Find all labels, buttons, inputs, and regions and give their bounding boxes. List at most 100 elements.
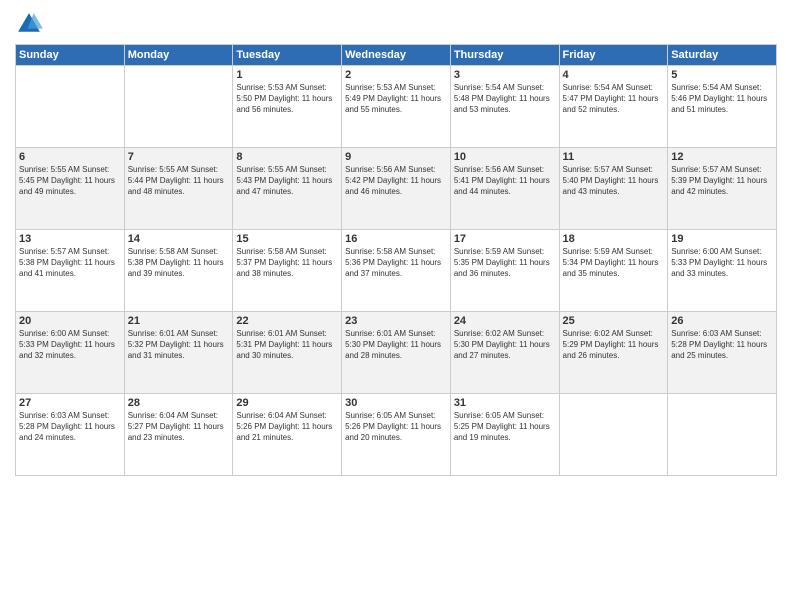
day-cell: 9Sunrise: 5:56 AM Sunset: 5:42 PM Daylig… (342, 148, 451, 230)
weekday-header-friday: Friday (559, 45, 668, 66)
day-info: Sunrise: 5:56 AM Sunset: 5:41 PM Dayligh… (454, 164, 556, 198)
day-info: Sunrise: 5:57 AM Sunset: 5:38 PM Dayligh… (19, 246, 121, 280)
day-info: Sunrise: 5:59 AM Sunset: 5:34 PM Dayligh… (563, 246, 665, 280)
day-cell: 20Sunrise: 6:00 AM Sunset: 5:33 PM Dayli… (16, 312, 125, 394)
day-cell: 13Sunrise: 5:57 AM Sunset: 5:38 PM Dayli… (16, 230, 125, 312)
week-row-4: 20Sunrise: 6:00 AM Sunset: 5:33 PM Dayli… (16, 312, 777, 394)
day-number: 10 (454, 151, 556, 163)
day-number: 16 (345, 233, 447, 245)
logo (15, 10, 47, 38)
day-cell: 23Sunrise: 6:01 AM Sunset: 5:30 PM Dayli… (342, 312, 451, 394)
day-number: 12 (671, 151, 773, 163)
day-info: Sunrise: 6:02 AM Sunset: 5:29 PM Dayligh… (563, 328, 665, 362)
day-info: Sunrise: 5:55 AM Sunset: 5:44 PM Dayligh… (128, 164, 230, 198)
day-info: Sunrise: 6:03 AM Sunset: 5:28 PM Dayligh… (671, 328, 773, 362)
day-number: 3 (454, 69, 556, 81)
header (15, 10, 777, 38)
day-number: 11 (563, 151, 665, 163)
day-number: 5 (671, 69, 773, 81)
day-info: Sunrise: 6:00 AM Sunset: 5:33 PM Dayligh… (671, 246, 773, 280)
day-cell: 18Sunrise: 5:59 AM Sunset: 5:34 PM Dayli… (559, 230, 668, 312)
day-number: 9 (345, 151, 447, 163)
day-info: Sunrise: 6:03 AM Sunset: 5:28 PM Dayligh… (19, 410, 121, 444)
week-row-5: 27Sunrise: 6:03 AM Sunset: 5:28 PM Dayli… (16, 394, 777, 476)
day-cell: 16Sunrise: 5:58 AM Sunset: 5:36 PM Dayli… (342, 230, 451, 312)
day-cell: 14Sunrise: 5:58 AM Sunset: 5:38 PM Dayli… (124, 230, 233, 312)
day-cell: 24Sunrise: 6:02 AM Sunset: 5:30 PM Dayli… (450, 312, 559, 394)
day-info: Sunrise: 5:55 AM Sunset: 5:45 PM Dayligh… (19, 164, 121, 198)
day-info: Sunrise: 5:54 AM Sunset: 5:48 PM Dayligh… (454, 82, 556, 116)
day-info: Sunrise: 6:05 AM Sunset: 5:26 PM Dayligh… (345, 410, 447, 444)
day-info: Sunrise: 5:58 AM Sunset: 5:37 PM Dayligh… (236, 246, 338, 280)
day-number: 14 (128, 233, 230, 245)
day-info: Sunrise: 5:53 AM Sunset: 5:49 PM Dayligh… (345, 82, 447, 116)
day-number: 21 (128, 315, 230, 327)
day-cell: 27Sunrise: 6:03 AM Sunset: 5:28 PM Dayli… (16, 394, 125, 476)
day-number: 13 (19, 233, 121, 245)
day-cell: 29Sunrise: 6:04 AM Sunset: 5:26 PM Dayli… (233, 394, 342, 476)
day-number: 26 (671, 315, 773, 327)
day-cell: 28Sunrise: 6:04 AM Sunset: 5:27 PM Dayli… (124, 394, 233, 476)
day-info: Sunrise: 5:57 AM Sunset: 5:39 PM Dayligh… (671, 164, 773, 198)
day-cell: 2Sunrise: 5:53 AM Sunset: 5:49 PM Daylig… (342, 66, 451, 148)
day-number: 23 (345, 315, 447, 327)
day-info: Sunrise: 6:04 AM Sunset: 5:27 PM Dayligh… (128, 410, 230, 444)
day-cell: 31Sunrise: 6:05 AM Sunset: 5:25 PM Dayli… (450, 394, 559, 476)
day-cell: 17Sunrise: 5:59 AM Sunset: 5:35 PM Dayli… (450, 230, 559, 312)
weekday-header-saturday: Saturday (668, 45, 777, 66)
day-info: Sunrise: 5:54 AM Sunset: 5:46 PM Dayligh… (671, 82, 773, 116)
day-info: Sunrise: 5:57 AM Sunset: 5:40 PM Dayligh… (563, 164, 665, 198)
day-cell: 8Sunrise: 5:55 AM Sunset: 5:43 PM Daylig… (233, 148, 342, 230)
day-info: Sunrise: 5:56 AM Sunset: 5:42 PM Dayligh… (345, 164, 447, 198)
day-cell: 30Sunrise: 6:05 AM Sunset: 5:26 PM Dayli… (342, 394, 451, 476)
day-info: Sunrise: 6:05 AM Sunset: 5:25 PM Dayligh… (454, 410, 556, 444)
day-number: 20 (19, 315, 121, 327)
day-cell: 21Sunrise: 6:01 AM Sunset: 5:32 PM Dayli… (124, 312, 233, 394)
day-number: 15 (236, 233, 338, 245)
day-number: 31 (454, 397, 556, 409)
day-info: Sunrise: 5:58 AM Sunset: 5:38 PM Dayligh… (128, 246, 230, 280)
day-number: 27 (19, 397, 121, 409)
day-number: 18 (563, 233, 665, 245)
calendar-table: SundayMondayTuesdayWednesdayThursdayFrid… (15, 44, 777, 476)
day-number: 17 (454, 233, 556, 245)
day-info: Sunrise: 5:59 AM Sunset: 5:35 PM Dayligh… (454, 246, 556, 280)
day-cell: 3Sunrise: 5:54 AM Sunset: 5:48 PM Daylig… (450, 66, 559, 148)
day-info: Sunrise: 6:01 AM Sunset: 5:31 PM Dayligh… (236, 328, 338, 362)
day-number: 8 (236, 151, 338, 163)
day-info: Sunrise: 5:58 AM Sunset: 5:36 PM Dayligh… (345, 246, 447, 280)
day-cell: 10Sunrise: 5:56 AM Sunset: 5:41 PM Dayli… (450, 148, 559, 230)
day-cell: 7Sunrise: 5:55 AM Sunset: 5:44 PM Daylig… (124, 148, 233, 230)
day-number: 29 (236, 397, 338, 409)
day-cell: 19Sunrise: 6:00 AM Sunset: 5:33 PM Dayli… (668, 230, 777, 312)
day-info: Sunrise: 6:00 AM Sunset: 5:33 PM Dayligh… (19, 328, 121, 362)
day-cell (559, 394, 668, 476)
day-cell (668, 394, 777, 476)
day-cell: 26Sunrise: 6:03 AM Sunset: 5:28 PM Dayli… (668, 312, 777, 394)
day-number: 2 (345, 69, 447, 81)
day-number: 25 (563, 315, 665, 327)
day-cell: 22Sunrise: 6:01 AM Sunset: 5:31 PM Dayli… (233, 312, 342, 394)
day-number: 22 (236, 315, 338, 327)
day-info: Sunrise: 6:01 AM Sunset: 5:32 PM Dayligh… (128, 328, 230, 362)
day-cell: 6Sunrise: 5:55 AM Sunset: 5:45 PM Daylig… (16, 148, 125, 230)
day-cell: 25Sunrise: 6:02 AM Sunset: 5:29 PM Dayli… (559, 312, 668, 394)
day-number: 1 (236, 69, 338, 81)
day-info: Sunrise: 5:53 AM Sunset: 5:50 PM Dayligh… (236, 82, 338, 116)
weekday-header-tuesday: Tuesday (233, 45, 342, 66)
day-cell: 4Sunrise: 5:54 AM Sunset: 5:47 PM Daylig… (559, 66, 668, 148)
day-number: 28 (128, 397, 230, 409)
calendar-page: SundayMondayTuesdayWednesdayThursdayFrid… (0, 0, 792, 612)
day-cell (16, 66, 125, 148)
day-info: Sunrise: 6:01 AM Sunset: 5:30 PM Dayligh… (345, 328, 447, 362)
weekday-header-row: SundayMondayTuesdayWednesdayThursdayFrid… (16, 45, 777, 66)
day-info: Sunrise: 5:54 AM Sunset: 5:47 PM Dayligh… (563, 82, 665, 116)
day-info: Sunrise: 5:55 AM Sunset: 5:43 PM Dayligh… (236, 164, 338, 198)
week-row-1: 1Sunrise: 5:53 AM Sunset: 5:50 PM Daylig… (16, 66, 777, 148)
day-cell: 12Sunrise: 5:57 AM Sunset: 5:39 PM Dayli… (668, 148, 777, 230)
day-number: 6 (19, 151, 121, 163)
day-cell: 15Sunrise: 5:58 AM Sunset: 5:37 PM Dayli… (233, 230, 342, 312)
logo-icon (15, 10, 43, 38)
day-number: 19 (671, 233, 773, 245)
day-info: Sunrise: 6:04 AM Sunset: 5:26 PM Dayligh… (236, 410, 338, 444)
